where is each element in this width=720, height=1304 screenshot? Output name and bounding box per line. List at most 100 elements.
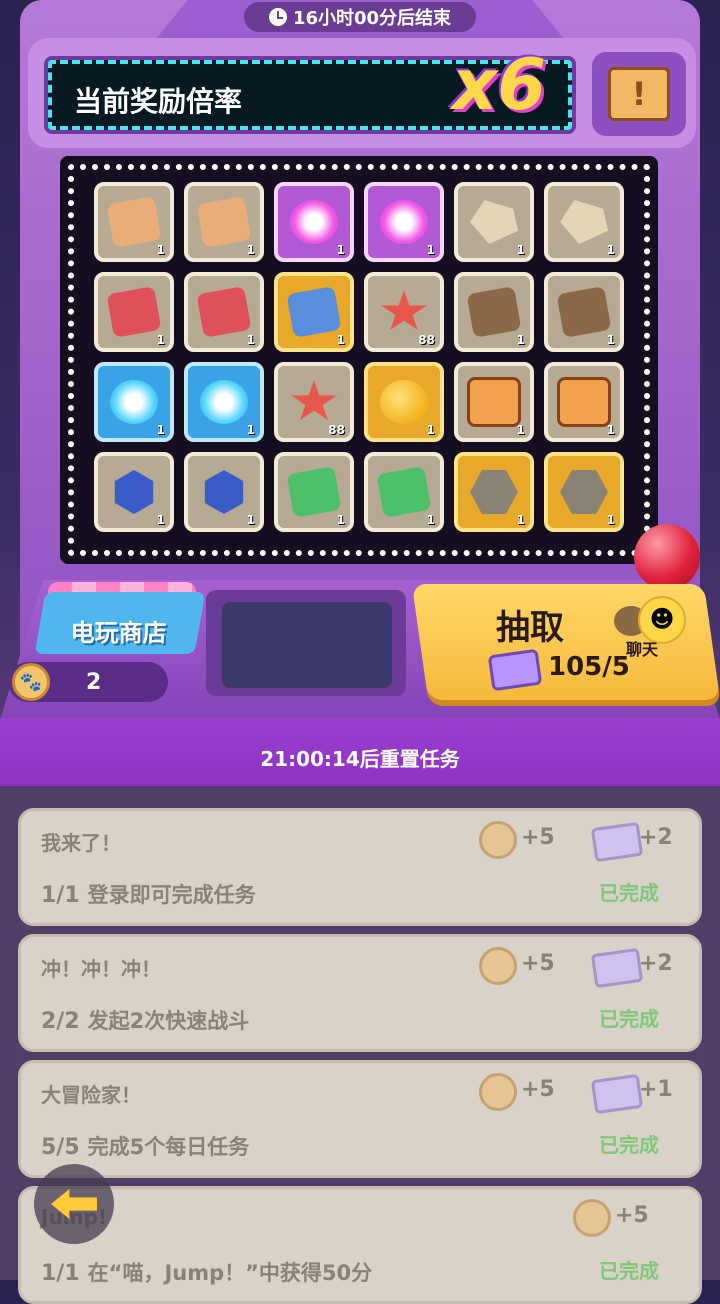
machine-screen-inner [222,602,392,688]
prize-cell[interactable]: 1 [94,272,174,352]
task-desc: 登录即可完成任务 [87,883,256,907]
prize-qty: 1 [516,513,525,527]
chat-label[interactable]: 聊天 [626,636,658,660]
task-progress: 5/5 完成5个每日任务 [41,1131,249,1161]
ticket-reward: +1 [639,1077,673,1102]
arcade-shop-button[interactable]: 电玩商店 [34,592,206,654]
task-progress: 1/1 登录即可完成任务 [41,879,256,909]
orb-pink-icon [290,200,338,244]
prize-cell[interactable]: 1 [274,272,354,352]
prize-cell[interactable]: 1 [544,452,624,532]
paw-coin-icon [479,1073,517,1111]
ticket-reward: +2 [639,825,673,850]
prize-cell[interactable]: 1 [274,452,354,532]
star-red-icon [290,380,338,421]
prize-cell[interactable]: 1 [454,272,534,352]
gem-blue-icon [204,470,244,514]
task-title: 我来了！ [41,831,121,855]
coin-reward: +5 [521,951,555,976]
prize-cell[interactable]: 1 [454,452,534,532]
event-timer-text: 16小时00分后结束 [292,8,452,29]
prize-cell[interactable]: 1 [364,452,444,532]
coin-balance: 🐾 2 [8,662,168,702]
coin-reward: +5 [521,1077,555,1102]
exclamation-scroll-icon: ! [608,67,670,121]
reward-rate-display: 当前奖励倍率 x6 [44,44,576,134]
crystal-icon [470,200,518,244]
prize-cell[interactable]: 1 [544,272,624,352]
ticket-green-icon [376,466,432,518]
task-status: 已完成 [599,1133,659,1157]
prize-qty: 88 [418,333,435,347]
arcade-shop-label: 电玩商店 [70,618,167,647]
task-card: 我来了！ 1/1 登录即可完成任务 +5 +2 已完成 [18,808,702,926]
ticket-reward: +2 [639,951,673,976]
ticket-red-icon [106,286,162,338]
prize-qty: 1 [246,243,255,257]
prize-cell[interactable]: 1 [364,182,444,262]
task-reset-bar: 21:00:14后重置任务 [0,718,720,796]
prize-cell[interactable]: 1 [364,362,444,442]
ticket-icon [590,1073,644,1115]
prize-cell[interactable]: 88 [364,272,444,352]
gem-blue-icon [114,470,154,514]
paw-coin-icon [479,947,517,985]
prize-cell[interactable]: 1 [274,182,354,262]
ticket-red-icon [196,286,252,338]
joystick-ball[interactable] [634,524,700,590]
prize-cell[interactable]: 88 [274,362,354,442]
info-button[interactable]: ! [592,52,686,136]
ticket-tan-icon [106,196,162,248]
prize-cell[interactable]: 1 [184,182,264,262]
prize-cell[interactable]: 1 [454,182,534,262]
task-desc: 在“喵，Jump！”中获得50分 [87,1261,373,1285]
reward-rate-label: 当前奖励倍率 [74,85,243,118]
task-card: 大冒险家！ 5/5 完成5个每日任务 +5 +1 已完成 [18,1060,702,1178]
task-reset-text: 21:00:14后重置任务 [260,746,460,771]
fossil-icon [470,470,518,514]
prize-qty: 1 [426,513,435,527]
prize-qty: 1 [606,243,615,257]
prize-cell[interactable]: 1 [544,182,624,262]
ticket-tan-icon [196,196,252,248]
prize-qty: 1 [606,423,615,437]
fossil-icon [560,470,608,514]
event-timer: 16小时00分后结束 [244,2,476,32]
task-progress-count: 5/5 [41,1135,80,1160]
prize-cell[interactable]: 1 [94,182,174,262]
prize-qty: 1 [516,333,525,347]
back-arrow-icon [51,1189,97,1219]
prize-cell[interactable]: 1 [94,452,174,532]
orb-pink-icon [380,200,428,244]
prize-qty: 1 [156,243,165,257]
scroll-icon [467,377,521,427]
prize-cell[interactable]: 1 [184,452,264,532]
prize-qty: 1 [336,513,345,527]
draw-label: 抽取 [496,608,564,648]
ticket-blue-icon [286,286,342,338]
prize-qty: 1 [426,243,435,257]
paw-coin-icon [479,821,517,859]
back-button[interactable] [34,1164,114,1244]
prize-qty: 1 [156,513,165,527]
prize-qty: 1 [156,333,165,347]
prize-grid: 1 1 1 1 1 1 1 1 1 88 1 1 1 1 88 1 1 1 1 1 1 1 1 1 [94,182,634,532]
crystal-icon [560,200,608,244]
prize-cell[interactable]: 1 [184,362,264,442]
task-card: 冲！冲！冲！ 2/2 发起2次快速战斗 +5 +2 已完成 [18,934,702,1052]
task-progress: 2/2 发起2次快速战斗 [41,1005,249,1035]
prize-cell[interactable]: 1 [544,362,624,442]
prize-cell[interactable]: 1 [94,362,174,442]
prize-qty: 88 [328,423,345,437]
clock-icon [268,8,287,26]
task-progress-count: 2/2 [41,1009,80,1034]
prize-cell[interactable]: 1 [184,272,264,352]
prize-cell[interactable]: 1 [454,362,534,442]
ticket-icon [487,648,543,692]
ticket-brown-icon [556,286,612,338]
fruit-icon [380,380,428,424]
coin-count: 2 [86,669,102,695]
prize-qty: 1 [606,333,615,347]
ticket-green-icon [286,466,342,518]
prize-qty: 1 [606,513,615,527]
